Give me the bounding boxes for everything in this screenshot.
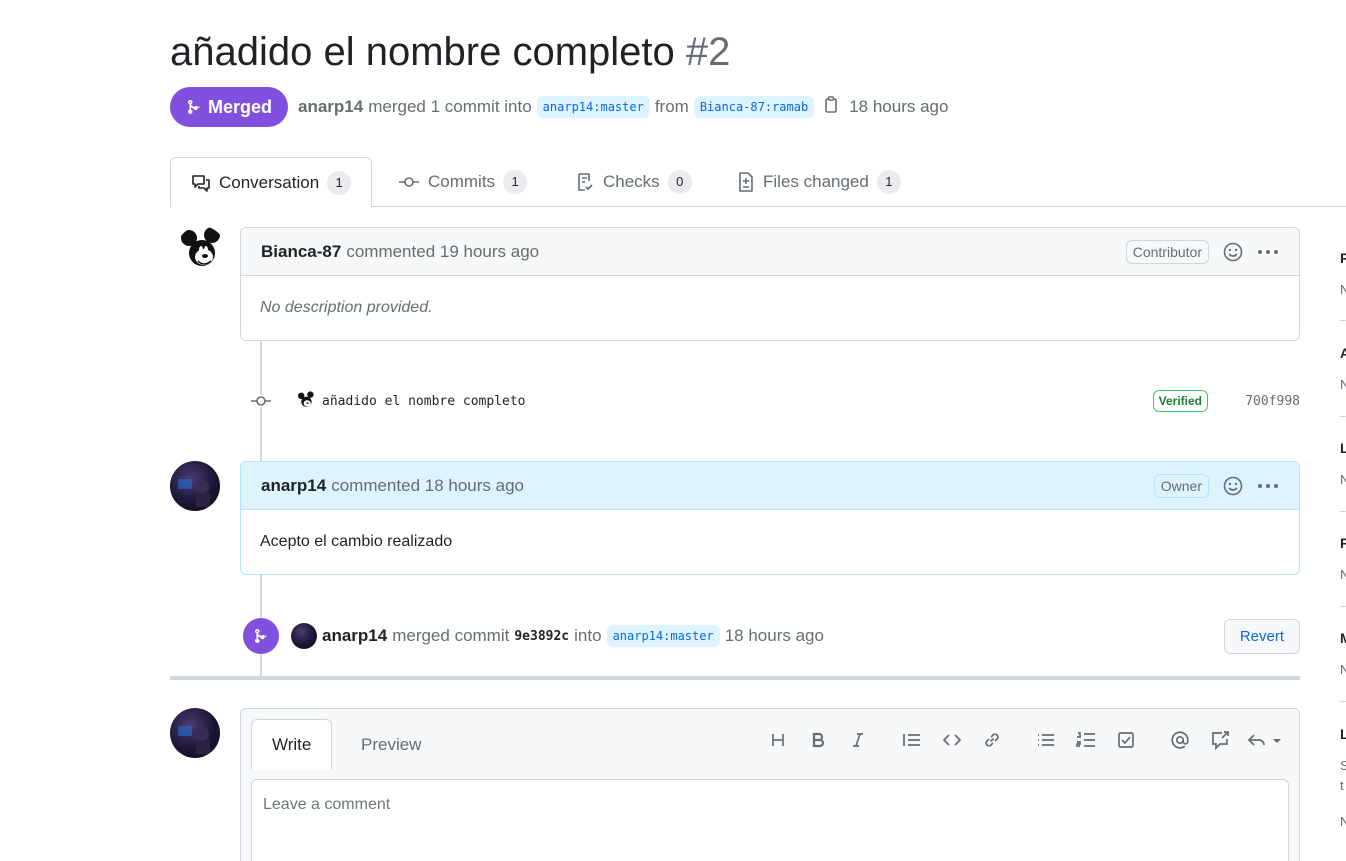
markdown-toolbar: [753, 727, 1285, 753]
file-diff-icon: [739, 172, 753, 192]
smiley-icon[interactable]: [1223, 242, 1243, 262]
sidebar-heading-fragment: L: [1340, 440, 1346, 456]
pr-title-text: añadido el nombre completo: [170, 30, 675, 74]
comment-author[interactable]: Bianca-87: [261, 242, 341, 262]
comment-action[interactable]: commented 18 hours ago: [331, 476, 524, 496]
comment-editor: Write Preview Leave a comment: [240, 708, 1300, 861]
merge-commit-sha[interactable]: 9e3892c: [514, 629, 569, 644]
sidebar-text-fragment: N: [1340, 472, 1346, 487]
merge-text: merged commit: [392, 626, 510, 645]
tab-files-changed[interactable]: Files changed 1: [717, 157, 921, 207]
heading-icon[interactable]: [763, 727, 793, 753]
sidebar-text-fragment: N: [1340, 662, 1346, 677]
git-commit-icon: [399, 177, 419, 187]
tab-label: Files changed: [763, 172, 869, 191]
sidebar-heading-fragment: R: [1340, 250, 1346, 266]
git-merge-icon: [243, 618, 279, 654]
comment-anarp14: anarp14 commented 18 hours ago Owner Ace…: [240, 461, 1300, 575]
copy-icon[interactable]: [823, 95, 839, 119]
commit-author-avatar[interactable]: [296, 391, 316, 411]
comment-textarea[interactable]: Leave a comment: [251, 779, 1289, 861]
sidebar-heading-fragment: A: [1340, 345, 1346, 361]
tab-counter: 1: [876, 170, 901, 194]
pr-number: #2: [685, 30, 731, 74]
sidebar-heading-fragment: P: [1340, 535, 1346, 551]
reply-icon[interactable]: [1245, 727, 1285, 753]
merger-link[interactable]: anarp14: [298, 97, 363, 117]
tab-counter: 1: [327, 170, 352, 195]
checklist-icon: [578, 173, 593, 191]
verified-badge[interactable]: Verified: [1152, 390, 1208, 412]
comment-action[interactable]: commented 19 hours ago: [346, 242, 539, 262]
sidebar-text-fragment: N: [1340, 282, 1346, 297]
anarp14-avatar[interactable]: [170, 461, 220, 511]
unordered-list-icon[interactable]: [1031, 727, 1061, 753]
italic-icon[interactable]: [843, 727, 873, 753]
tab-counter: 1: [503, 170, 528, 194]
sidebar-text-fragment: N: [1340, 567, 1346, 582]
into-text: into: [574, 626, 602, 645]
base-branch[interactable]: anarp14:master: [536, 96, 650, 118]
task-list-icon[interactable]: [1111, 727, 1141, 753]
comment-body: No description provided.: [260, 299, 433, 316]
pr-state-row: Merged anarp14 merged 1 commit into anar…: [170, 87, 948, 127]
quote-icon[interactable]: [897, 727, 927, 753]
comment-header: Bianca-87 commented 19 hours ago Contrib…: [241, 228, 1299, 276]
tab-checks[interactable]: Checks 0: [555, 157, 712, 207]
tab-label: Conversation: [219, 172, 320, 192]
comment-body: Acepto el cambio realizado: [260, 533, 453, 550]
merged-label: Merged: [208, 96, 273, 117]
mickey-avatar[interactable]: [176, 226, 226, 276]
bold-icon[interactable]: [803, 727, 833, 753]
merged-badge: Merged: [170, 87, 289, 127]
kebab-menu-icon[interactable]: [1257, 249, 1279, 255]
cross-reference-icon[interactable]: [1205, 727, 1235, 753]
link-icon[interactable]: [977, 727, 1007, 753]
comment-bianca: Bianca-87 commented 19 hours ago Contrib…: [240, 227, 1300, 341]
commit-message[interactable]: añadido el nombre completo: [322, 394, 526, 409]
commit-sha[interactable]: 700f998: [1245, 394, 1300, 409]
preview-tab[interactable]: Preview: [341, 719, 441, 770]
sidebar-text-fragment: N: [1340, 814, 1346, 829]
sidebar-heading-fragment: L: [1340, 726, 1346, 742]
code-icon[interactable]: [937, 727, 967, 753]
pr-title: añadido el nombre completo #2: [170, 30, 730, 75]
ordered-list-icon[interactable]: [1071, 727, 1101, 753]
commit-row: añadido el nombre completo Verified 700f…: [250, 386, 1300, 416]
kebab-menu-icon[interactable]: [1257, 483, 1279, 489]
merge-base-branch[interactable]: anarp14:master: [606, 625, 720, 647]
owner-badge: Owner: [1153, 473, 1209, 498]
tab-label: Checks: [603, 172, 660, 191]
sidebar-text-fragment: S: [1340, 758, 1346, 773]
merge-text: merged 1 commit into: [368, 97, 532, 116]
mention-icon[interactable]: [1165, 727, 1195, 753]
write-tab[interactable]: Write: [251, 719, 333, 770]
merge-time[interactable]: 18 hours ago: [725, 626, 824, 646]
comment-author[interactable]: anarp14: [261, 476, 326, 496]
git-commit-icon: [250, 395, 272, 407]
sidebar-heading-fragment: M: [1340, 630, 1346, 646]
pr-tabs: Conversation 1 Commits 1 Checks 0 Files …: [170, 157, 1346, 208]
comment-header: anarp14 commented 18 hours ago Owner: [241, 462, 1299, 510]
tab-commits[interactable]: Commits 1: [378, 157, 547, 207]
tab-conversation[interactable]: Conversation 1: [170, 157, 373, 208]
comment-discussion-icon: [192, 174, 210, 192]
smiley-icon[interactable]: [1223, 476, 1243, 496]
sidebar-text-fragment: N: [1340, 377, 1346, 392]
right-sidebar-fragment: R N A N L N P N M N L S t N: [1336, 207, 1346, 861]
git-merge-icon: [188, 100, 200, 114]
tab-counter: 0: [667, 170, 692, 194]
tab-label: Commits: [428, 172, 496, 191]
timeline-separator: [170, 676, 1300, 680]
merge-author[interactable]: anarp14: [322, 626, 387, 646]
contributor-badge: Contributor: [1125, 239, 1209, 264]
sidebar-text-fragment: t: [1340, 778, 1344, 793]
pr-time: 18 hours ago: [849, 97, 949, 116]
merge-event: anarp14 merged commit 9e3892c into anarp…: [243, 618, 1300, 654]
head-branch[interactable]: Bianca-87:ramab: [693, 96, 815, 118]
revert-button[interactable]: Revert: [1223, 618, 1300, 654]
current-user-avatar[interactable]: [170, 708, 220, 758]
from-text: from: [654, 97, 689, 116]
merger-avatar[interactable]: [291, 623, 317, 649]
